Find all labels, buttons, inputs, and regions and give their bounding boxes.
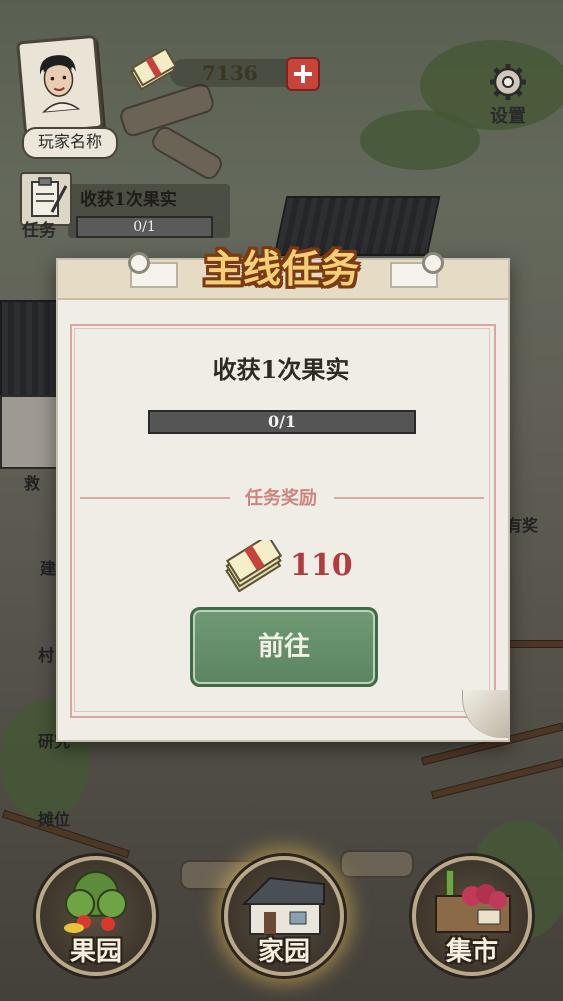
money-amount: 7136 <box>202 61 258 85</box>
cash-icon <box>130 49 176 91</box>
nav-market-label: 集市 <box>445 937 498 967</box>
binder-ring-icon <box>128 252 150 274</box>
binder-ring-icon <box>422 252 444 274</box>
side-menu-village[interactable]: 村 <box>38 642 54 666</box>
reward-amount: 110 <box>290 548 353 583</box>
settings-button[interactable]: 设置 <box>480 62 536 130</box>
nav-orchard-label: 果园 <box>69 937 122 967</box>
side-menu-stall[interactable]: 摊位 <box>38 806 70 830</box>
reward-badge[interactable]: 有奖 <box>506 512 538 536</box>
player-avatar[interactable] <box>16 34 104 136</box>
go-button-label: 前往 <box>257 632 310 662</box>
task-title: 收获1次果实 <box>80 190 177 210</box>
quest-progress-bar: 0/1 <box>148 410 416 434</box>
add-money-button[interactable] <box>286 57 320 91</box>
orchard-icon <box>64 871 127 933</box>
market-icon <box>435 869 511 933</box>
nav-market-button[interactable]: 集市 <box>412 856 532 976</box>
reward-title: 任务奖励 <box>245 488 317 509</box>
player-name: 玩家名称 <box>22 127 118 159</box>
gear-icon <box>490 64 526 100</box>
cash-reward-icon <box>225 540 282 592</box>
progress-text: 0/1 <box>267 412 297 431</box>
settings-label: 设置 <box>490 106 526 127</box>
nav-home-label: 家园 <box>257 937 310 967</box>
nav-home-button[interactable]: 家园 <box>224 856 344 976</box>
side-menu-build[interactable]: 建 <box>40 555 56 579</box>
task-progress-bar: 0/1 <box>76 216 213 238</box>
quest-task-name: 收获1次果实 <box>212 355 350 384</box>
money-counter: 7136 <box>130 49 320 91</box>
task-label: 任务 <box>22 221 56 241</box>
nav-orchard-button[interactable]: 果园 <box>36 856 156 976</box>
dialog-title: 主线任务 <box>203 246 360 291</box>
house-icon <box>241 876 325 935</box>
current-task-panel[interactable]: 任务 收获1次果实 0/1 <box>18 170 230 242</box>
avatar-portrait-icon <box>39 55 82 114</box>
side-menu-rescue[interactable]: 救 <box>24 470 40 494</box>
go-button[interactable]: 前往 <box>190 607 378 687</box>
